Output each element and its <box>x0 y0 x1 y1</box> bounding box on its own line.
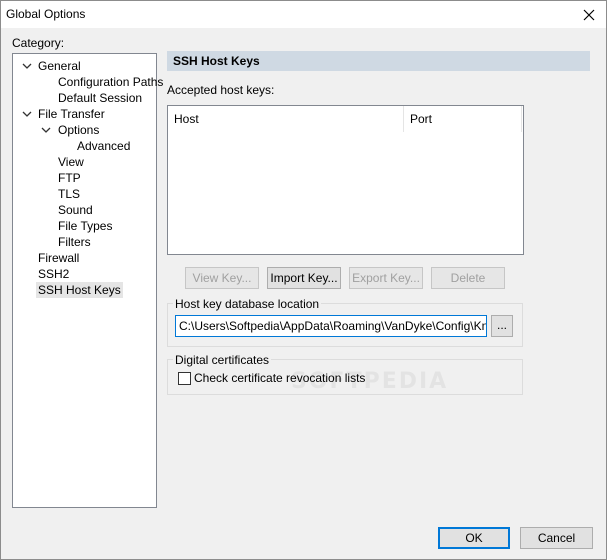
tree-item-default-session[interactable]: Default Session <box>56 90 144 106</box>
tree-item-options[interactable]: Options <box>56 122 101 138</box>
host-key-db-path-input[interactable]: C:\Users\Softpedia\AppData\Roaming\VanDy… <box>175 315 487 337</box>
accepted-host-keys-label: Accepted host keys: <box>167 83 275 97</box>
import-key-button[interactable]: Import Key... <box>267 267 341 289</box>
tree-item-file-types[interactable]: File Types <box>56 218 114 234</box>
host-keys-list[interactable]: Host Port <box>167 105 524 255</box>
category-tree[interactable]: General Configuration Paths Default Sess… <box>12 53 163 508</box>
chevron-down-icon[interactable] <box>21 108 33 120</box>
digital-certificates-label: Digital certificates <box>173 353 272 367</box>
tree-item-advanced[interactable]: Advanced <box>75 138 132 154</box>
browse-button[interactable]: ... <box>491 315 513 337</box>
revocation-checkbox[interactable] <box>178 372 191 385</box>
global-options-window: Global Options Category: General Configu… <box>0 0 607 560</box>
host-key-db-label: Host key database location <box>173 297 322 311</box>
tree-item-file-transfer[interactable]: File Transfer <box>36 106 107 122</box>
close-icon <box>583 9 595 20</box>
title-bar[interactable]: Global Options <box>1 1 606 28</box>
column-header-host[interactable]: Host <box>168 106 404 132</box>
tree-item-general[interactable]: General <box>36 58 83 74</box>
cancel-button[interactable]: Cancel <box>520 527 593 549</box>
ok-button[interactable]: OK <box>438 527 510 549</box>
tree-item-filters[interactable]: Filters <box>56 234 93 250</box>
panel-title: SSH Host Keys <box>167 51 590 71</box>
chevron-down-icon[interactable] <box>40 124 52 136</box>
tree-item-ssh-host-keys[interactable]: SSH Host Keys <box>36 282 123 298</box>
window-title: Global Options <box>6 7 86 21</box>
close-button[interactable] <box>572 1 606 28</box>
tree-item-sound[interactable]: Sound <box>56 202 95 218</box>
tree-item-firewall[interactable]: Firewall <box>36 250 81 266</box>
column-header-port[interactable]: Port <box>404 106 522 132</box>
view-key-button[interactable]: View Key... <box>185 267 259 289</box>
tree-item-view[interactable]: View <box>56 154 86 170</box>
delete-button[interactable]: Delete <box>431 267 505 289</box>
tree-item-configuration-paths[interactable]: Configuration Paths <box>56 74 165 90</box>
watermark: SOFTPEDIA <box>291 369 449 394</box>
export-key-button[interactable]: Export Key... <box>349 267 423 289</box>
chevron-down-icon[interactable] <box>21 60 33 72</box>
tree-item-ssh2[interactable]: SSH2 <box>36 266 71 282</box>
category-label: Category: <box>12 36 65 50</box>
tree-item-ftp[interactable]: FTP <box>56 170 83 186</box>
tree-item-tls[interactable]: TLS <box>56 186 82 202</box>
